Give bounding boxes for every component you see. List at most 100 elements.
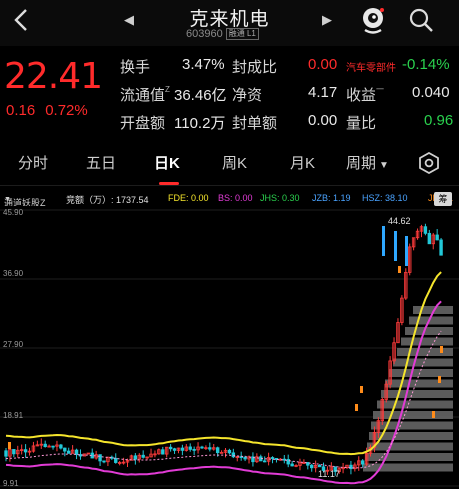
candle-body xyxy=(227,449,232,454)
tab-five-day[interactable]: 五日 xyxy=(86,152,116,173)
candle-body xyxy=(215,447,220,454)
hsz-value: HSZ: 38.10 xyxy=(362,193,408,203)
eps-label: 收益一 xyxy=(346,84,384,105)
indicator-bar: 通道妖股Z ▼ 竞额（万）: 1737.54 FDE: 0.00 BS: 0.00… xyxy=(0,190,459,206)
tab-weekly-k[interactable]: 周K xyxy=(222,152,247,173)
candle-body xyxy=(102,460,106,463)
sector-change: -0.14% xyxy=(402,56,450,73)
active-tab-indicator xyxy=(159,182,179,185)
jhs-value: JHS: 0.30 xyxy=(260,193,300,203)
candle-body xyxy=(208,447,212,450)
period-tabs: 分时 五日 日K 周K 月K 周期 ▼ xyxy=(0,146,459,186)
signal-pillar xyxy=(405,236,408,266)
candle-body xyxy=(286,459,290,465)
quote-row-3: 开盘额 110.2万 封单额 0.00 量比 0.96 xyxy=(120,112,456,134)
eps-label-text: 收益 xyxy=(346,87,377,104)
candle-body xyxy=(290,463,294,467)
chart-svg xyxy=(0,209,459,487)
seal-ratio-value: 0.00 xyxy=(308,56,338,73)
candle-body xyxy=(59,444,63,449)
candle-body xyxy=(192,448,196,451)
candle-body xyxy=(270,457,275,459)
jzb-value: JZB: 1.19 xyxy=(312,193,351,203)
candle-body xyxy=(23,449,28,453)
candle-body xyxy=(423,226,428,234)
float-cap-sup: Z xyxy=(165,85,170,94)
candle-body xyxy=(43,443,47,448)
chip-bar xyxy=(373,411,453,419)
tab-intraday[interactable]: 分时 xyxy=(18,152,48,173)
y-tick-label: 18.91 xyxy=(3,411,24,420)
bs-value: BS: 0.00 xyxy=(218,193,253,203)
seal-ratio-label: 封成比 xyxy=(232,59,278,76)
open-amount-label: 开盘额 xyxy=(120,115,166,132)
chip-bar xyxy=(363,463,453,472)
next-stock-button[interactable]: ▶ xyxy=(322,12,332,28)
candle-body xyxy=(188,446,192,450)
turnover-label: 换手 xyxy=(120,59,151,76)
candle-body xyxy=(114,457,118,463)
chip-bar xyxy=(367,442,453,451)
float-cap-value: 36.46亿 xyxy=(174,87,227,104)
seal-amount-value: 0.00 xyxy=(308,112,338,129)
sector-name[interactable]: 汽车零部件 xyxy=(346,59,396,74)
candle-body xyxy=(141,454,145,458)
candle-body xyxy=(133,455,138,460)
indicator-name: 通道妖股Z xyxy=(4,198,46,206)
float-cap-label: 流通值Z xyxy=(120,84,170,105)
candle-body xyxy=(360,460,365,465)
stock-code-text: 603960 xyxy=(186,28,223,40)
tab-period-dropdown[interactable]: 周期 ▼ xyxy=(346,152,389,173)
y-tick-label: 27.90 xyxy=(3,340,24,349)
chips-button[interactable]: 筹 xyxy=(434,192,452,206)
change-value: 0.16 xyxy=(6,102,36,119)
signal-marker xyxy=(398,266,401,273)
candle-body xyxy=(262,460,267,463)
eps-sup: 一 xyxy=(376,85,385,94)
candle-body xyxy=(51,445,55,448)
k-line-chart[interactable]: 45.90 36.90 27.90 18.91 9.91 44.62 11.17… xyxy=(0,192,459,489)
eps-value: 0.040 xyxy=(412,84,450,101)
turnover-value: 3.47% xyxy=(182,56,225,73)
chip-bar xyxy=(377,400,453,409)
candle-body xyxy=(168,446,173,450)
net-asset-value: 4.17 xyxy=(308,84,338,101)
signal-pillar xyxy=(394,231,397,261)
chip-bar xyxy=(401,337,453,346)
signal-marker xyxy=(360,386,363,393)
stock-code: 603960 融通 L1 xyxy=(186,28,259,40)
chip-bar xyxy=(405,327,453,335)
candle-body xyxy=(161,449,165,455)
candle-body xyxy=(98,454,102,462)
chip-bar xyxy=(381,390,453,398)
chip-bar xyxy=(385,379,453,388)
signal-pillar xyxy=(382,226,385,256)
change-percent: 0.72% xyxy=(45,102,88,119)
search-icon[interactable] xyxy=(408,7,434,33)
signal-marker xyxy=(355,404,358,411)
net-asset-label: 净资 xyxy=(232,87,263,104)
high-annotation: 44.62 xyxy=(388,216,411,226)
indicator-selector[interactable]: 通道妖股Z ▼ xyxy=(4,193,46,206)
open-amount-value: 110.2万 xyxy=(174,115,226,132)
low-annotation: 11.17 xyxy=(318,469,340,479)
signal-marker xyxy=(432,411,435,418)
candle-body xyxy=(231,452,236,458)
top-bar: ◀ 克来机电 603960 融通 L1 ▶ xyxy=(0,0,459,46)
candle-body xyxy=(243,456,247,460)
gear-icon[interactable] xyxy=(418,152,440,174)
tab-daily-k[interactable]: 日K xyxy=(154,152,180,173)
stock-title: 克来机电 xyxy=(189,9,270,30)
candle-body xyxy=(180,447,185,451)
candle-body xyxy=(310,464,314,469)
quote-row-2: 流通值Z 36.46亿 净资 4.17 收益一 0.040 xyxy=(120,84,456,106)
mascot-icon[interactable] xyxy=(360,6,386,34)
volume-ratio-label: 量比 xyxy=(346,115,377,132)
chevron-down-icon: ▼ xyxy=(379,160,389,171)
volume-ratio-value: 0.96 xyxy=(424,112,454,129)
candle-body xyxy=(200,446,204,449)
tab-monthly-k[interactable]: 月K xyxy=(290,152,315,173)
candle-body xyxy=(435,234,439,241)
fde-value: FDE: 0.00 xyxy=(168,193,209,203)
chip-bar xyxy=(371,421,453,430)
